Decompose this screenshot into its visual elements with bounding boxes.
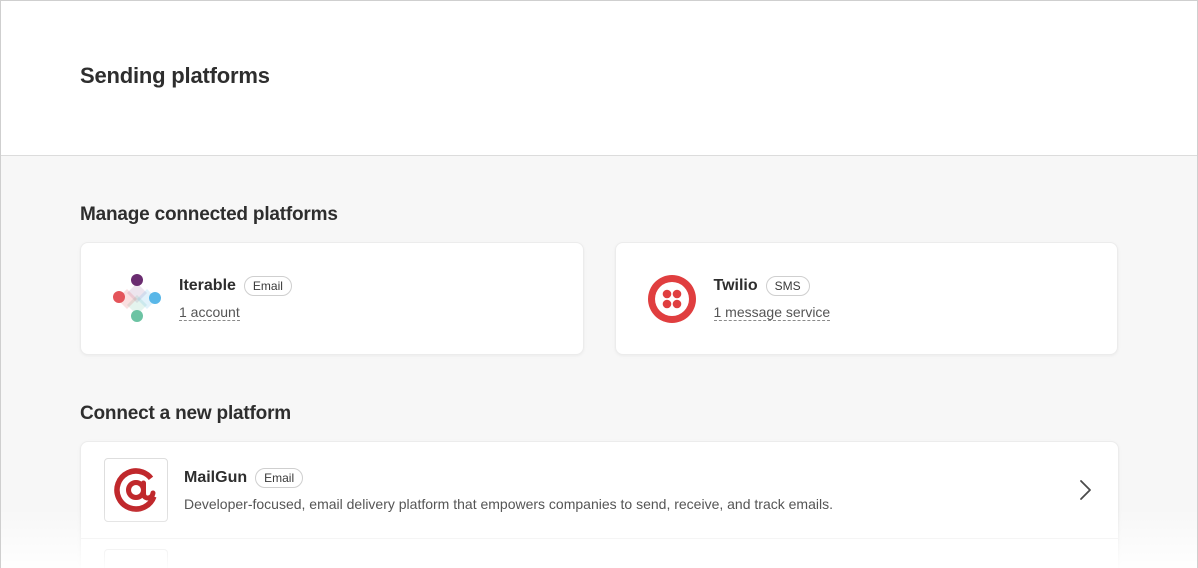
connected-section-title: Manage connected platforms	[80, 204, 338, 225]
new-platform-section-title: Connect a new platform	[80, 403, 291, 424]
platform-logo-icon	[104, 549, 168, 568]
platform-card-iterable[interactable]: Iterable Email 1 account	[80, 242, 584, 355]
iterable-logo-icon	[111, 273, 163, 325]
channel-badge: Email	[255, 468, 304, 488]
page-header: Sending platforms	[1, 1, 1197, 156]
app-frame: Sending platforms Manage connected platf…	[0, 0, 1198, 568]
connected-platforms-grid: Iterable Email 1 account Twilio SMS 1 me…	[80, 242, 1118, 355]
new-platform-item-mailgun[interactable]: MailGun Email Developer-focused, email d…	[81, 442, 1118, 539]
page-title: Sending platforms	[80, 63, 270, 88]
channel-badge: SMS	[765, 275, 810, 296]
channel-badge: Email	[243, 275, 292, 296]
main-content: Manage connected platforms Iterable Emai…	[1, 204, 1197, 568]
new-platform-item-partial[interactable]	[81, 539, 1118, 568]
mailgun-logo-icon	[104, 458, 168, 522]
message-service-count-link[interactable]: 1 message service	[713, 304, 831, 321]
platform-name: Iterable	[179, 276, 236, 294]
platform-description: Developer-focused, email delivery platfo…	[184, 496, 833, 512]
platform-name: MailGun	[184, 469, 248, 486]
platform-name: Twilio	[713, 276, 758, 294]
account-count-link[interactable]: 1 account	[179, 304, 240, 321]
new-platform-list: MailGun Email Developer-focused, email d…	[80, 441, 1119, 568]
platform-card-twilio[interactable]: Twilio SMS 1 message service	[614, 242, 1118, 355]
chevron-right-icon	[1078, 479, 1092, 501]
twilio-logo-icon	[646, 273, 698, 325]
